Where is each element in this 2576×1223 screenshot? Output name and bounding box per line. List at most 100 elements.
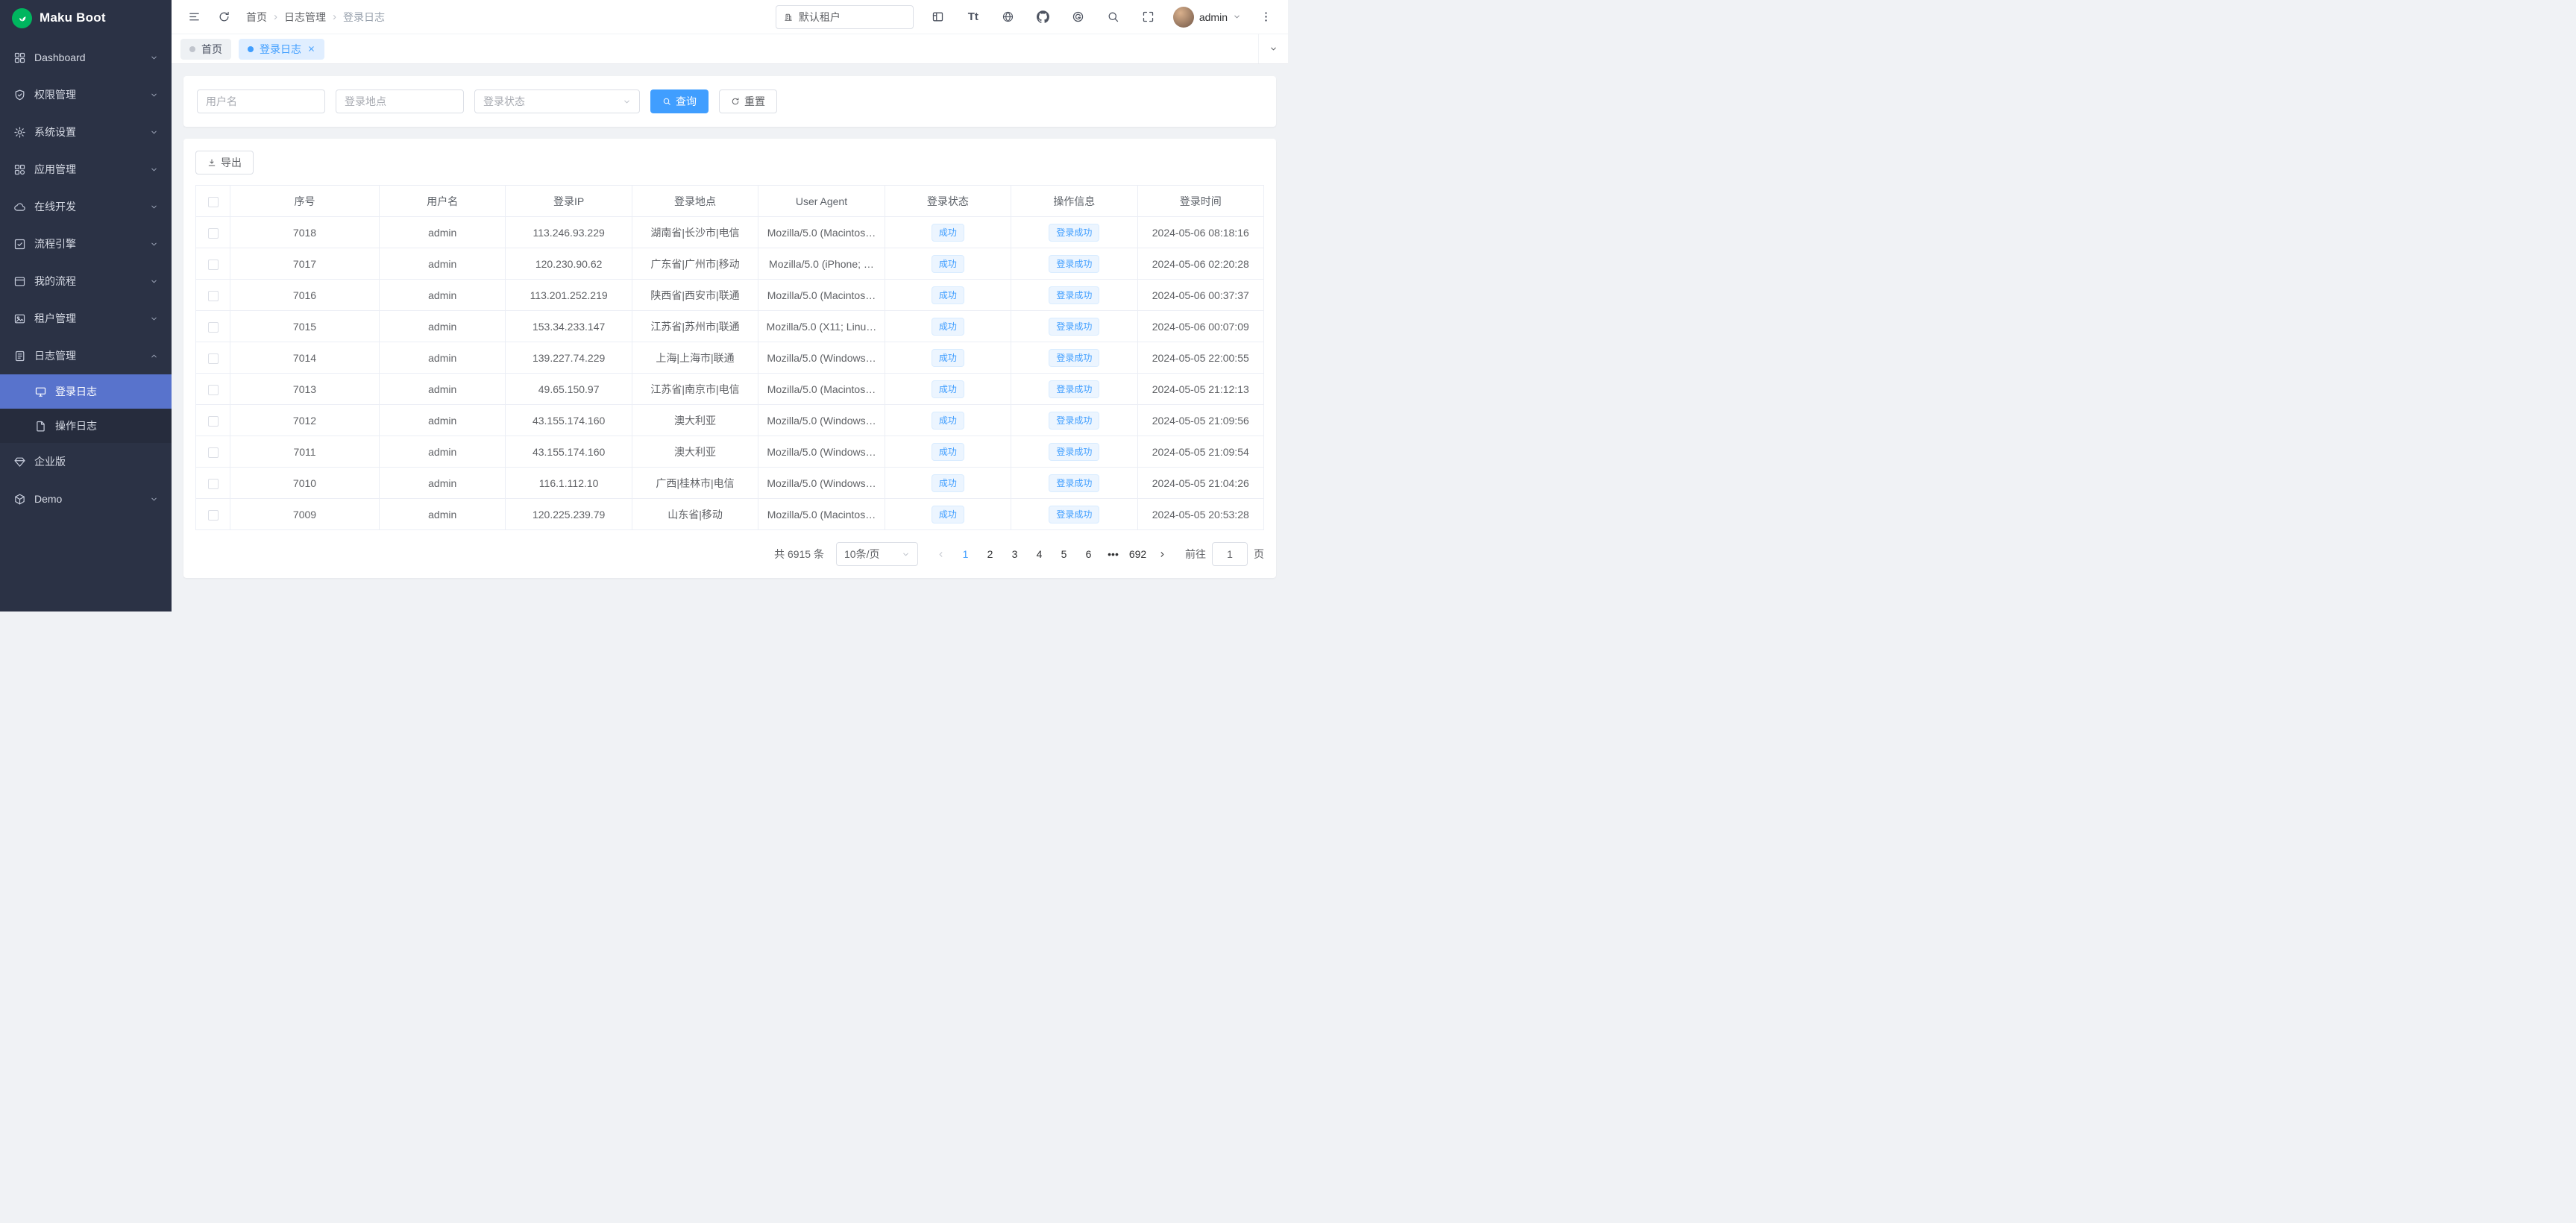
sidebar: Maku Boot Dashboard 权限管理 系统设置 应用管理 [0,0,172,612]
reset-button[interactable]: 重置 [719,89,777,113]
app-logo[interactable]: Maku Boot [0,0,172,36]
sidebar-item-enterprise[interactable]: 企业版 [0,443,172,480]
layout-settings-button[interactable] [928,7,949,28]
tenant-select[interactable]: 默认租户 [776,5,914,29]
row-checkbox[interactable] [208,322,219,333]
cell-login-location: 陕西省|西安市|联通 [632,280,758,311]
login-location-input[interactable] [336,89,464,113]
breadcrumb-home[interactable]: 首页 [246,10,267,25]
row-checkbox[interactable] [208,385,219,395]
sidebar-item-log-management[interactable]: 日志管理 [0,337,172,374]
row-checkbox[interactable] [208,353,219,364]
tab-home[interactable]: 首页 [180,39,231,60]
select-all-checkbox[interactable] [208,197,219,207]
kebab-icon [1260,10,1272,23]
export-button[interactable]: 导出 [195,151,254,175]
column-header-ip: 登录IP [506,186,632,217]
cell-username: admin [380,311,506,342]
gitee-button[interactable] [1068,7,1089,28]
download-icon [207,158,216,167]
sidebar-item-workflow-engine[interactable]: 流程引擎 [0,225,172,262]
operation-info-button[interactable]: 登录成功 [1049,380,1099,398]
operation-info-button[interactable]: 登录成功 [1049,443,1099,461]
font-size-button[interactable]: Tt [963,7,984,28]
cell-user-agent: Mozilla/5.0 (Macintos… [758,374,885,405]
page-button-3[interactable]: 3 [1004,544,1025,565]
page-button-last[interactable]: 692 [1127,544,1149,565]
refresh-button[interactable] [213,7,234,28]
page-button-1[interactable]: 1 [955,544,976,565]
operation-info-button[interactable]: 登录成功 [1049,286,1099,304]
chevron-down-icon [150,277,158,286]
page-button-2[interactable]: 2 [979,544,1001,565]
operation-info-button[interactable]: 登录成功 [1049,318,1099,336]
page-button-4[interactable]: 4 [1028,544,1050,565]
sidebar-item-my-flows[interactable]: 我的流程 [0,262,172,300]
search-button[interactable] [1103,7,1124,28]
operation-info-button[interactable]: 登录成功 [1049,349,1099,367]
page-button-5[interactable]: 5 [1053,544,1075,565]
column-header-status: 登录状态 [885,186,1011,217]
cell-login-location: 广东省|广州市|移动 [632,248,758,280]
row-checkbox[interactable] [208,416,219,427]
cell-id: 7016 [230,280,380,311]
login-status-select[interactable]: 登录状态 [474,89,640,113]
tabs-actions-button[interactable] [1258,34,1288,63]
cell-login-time: 2024-05-06 02:20:28 [1137,248,1263,280]
goto-page-input[interactable] [1212,542,1248,566]
close-icon [307,45,315,53]
cell-username: admin [380,468,506,499]
tab-login-log[interactable]: 登录日志 [239,39,324,60]
cell-username: admin [380,217,506,248]
prev-page-button[interactable] [930,544,952,565]
sidebar-item-demo[interactable]: Demo [0,480,172,518]
operation-info-button[interactable]: 登录成功 [1049,224,1099,242]
cell-login-location: 江苏省|苏州市|联通 [632,311,758,342]
cell-id: 7012 [230,405,380,436]
chevron-down-icon [150,315,158,323]
sidebar-item-permissions[interactable]: 权限管理 [0,76,172,113]
row-checkbox[interactable] [208,291,219,301]
table-row: 7015 admin 153.34.233.147 江苏省|苏州市|联通 Moz… [196,311,1264,342]
cell-username: admin [380,248,506,280]
row-checkbox[interactable] [208,447,219,458]
page-size-select[interactable]: 10条/页 [836,542,918,566]
user-menu[interactable]: admin [1173,7,1241,28]
font-size-icon: Tt [968,10,978,23]
column-header-operation: 操作信息 [1011,186,1137,217]
more-actions-button[interactable] [1255,7,1276,28]
sidebar-item-label: Demo [34,493,142,505]
sidebar-item-online-dev[interactable]: 在线开发 [0,188,172,225]
sidebar-item-login-log[interactable]: 登录日志 [0,374,172,409]
operation-info-button[interactable]: 登录成功 [1049,255,1099,273]
sidebar-item-app-management[interactable]: 应用管理 [0,151,172,188]
operation-info-button[interactable]: 登录成功 [1049,412,1099,430]
next-page-button[interactable] [1152,544,1173,565]
operation-info-button[interactable]: 登录成功 [1049,474,1099,492]
cell-login-ip: 49.65.150.97 [506,374,632,405]
chevron-down-icon [1269,45,1278,53]
breadcrumb-log-management[interactable]: 日志管理 [284,10,326,25]
cell-user-agent: Mozilla/5.0 (Windows… [758,342,885,374]
sidebar-item-system-settings[interactable]: 系统设置 [0,113,172,151]
sidebar-item-dashboard[interactable]: Dashboard [0,39,172,76]
language-button[interactable] [998,7,1019,28]
page-button-6[interactable]: 6 [1078,544,1099,565]
github-button[interactable] [1033,7,1054,28]
cell-login-location: 澳大利亚 [632,405,758,436]
collapse-sidebar-button[interactable] [183,7,204,28]
sidebar-item-operation-log[interactable]: 操作日志 [0,409,172,443]
more-pages-button[interactable]: ••• [1102,544,1124,565]
fullscreen-button[interactable] [1138,7,1159,28]
row-checkbox[interactable] [208,510,219,521]
close-tab-button[interactable] [307,45,315,53]
operation-info-button[interactable]: 登录成功 [1049,506,1099,524]
row-checkbox[interactable] [208,260,219,270]
square-check-icon [13,238,26,251]
search-button[interactable]: 查询 [650,89,709,113]
username-input[interactable] [197,89,325,113]
sidebar-item-tenant-management[interactable]: 租户管理 [0,300,172,337]
goto-label: 前往 [1185,547,1206,562]
row-checkbox[interactable] [208,479,219,489]
row-checkbox[interactable] [208,228,219,239]
